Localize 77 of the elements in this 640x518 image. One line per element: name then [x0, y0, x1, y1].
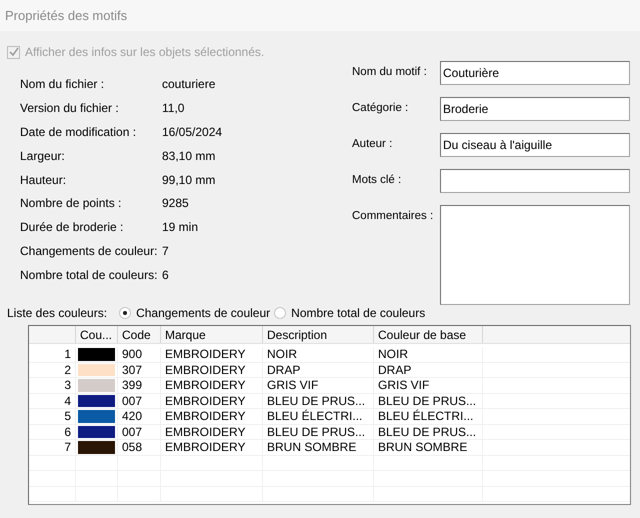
table-cell: 7: [64, 440, 71, 454]
empty-cell: [29, 486, 76, 502]
table-cell: GRIS VIF: [378, 378, 430, 392]
table-cell: NOIR: [267, 347, 297, 361]
table-cell: NOIR: [378, 347, 408, 361]
table-cell: 399: [122, 378, 142, 392]
radio-label: Changements de couleur: [136, 305, 270, 322]
table-cell: DRAP: [267, 362, 300, 376]
column-header[interactable]: Description: [267, 328, 328, 342]
table-cell: EMBROIDERY: [165, 440, 246, 454]
info-label: Largeur:: [20, 148, 66, 165]
column-header[interactable]: Code: [122, 328, 151, 342]
column-header[interactable]: Couleur de base: [378, 328, 466, 342]
info-label: Hauteur:: [20, 172, 68, 188]
radio-label: Nombre total de couleurs: [291, 305, 426, 322]
field-label: Catégorie :: [352, 101, 410, 116]
table-cell: 058: [122, 440, 142, 454]
info-value: 19 min: [162, 219, 198, 236]
text-field[interactable]: Du ciseau à l'aiguille: [440, 133, 630, 157]
info-label: Nom du fichier :: [20, 76, 106, 93]
table-cell: BRUN SOMBRE: [378, 440, 468, 454]
table-cell: BLEU DE PRUS...: [267, 424, 366, 438]
radio-button[interactable]: [274, 307, 286, 319]
table-cell: BLEU DE PRUS...: [267, 394, 366, 408]
empty-cell: [29, 471, 76, 486]
table-cell: 3: [64, 378, 71, 392]
table-cell: BRUN SOMBRE: [267, 440, 356, 454]
table-cell: 307: [122, 362, 142, 376]
table-cell: BLEU DE PRUS...: [378, 394, 476, 408]
info-label: Nombre total de couleurs:: [20, 267, 158, 284]
table-cell: 5: [64, 409, 71, 423]
table-cell: GRIS VIF: [267, 378, 318, 392]
text-field[interactable]: Broderie: [440, 97, 630, 121]
table-cell: EMBROIDERY: [165, 409, 246, 423]
info-value: 6: [162, 267, 169, 284]
info-label: Version du fichier :: [20, 100, 120, 117]
field-label: Auteur :: [352, 137, 394, 152]
table-cell: 6: [64, 424, 71, 438]
info-label: Changements de couleur:: [20, 243, 158, 260]
radio-button[interactable]: [119, 307, 132, 319]
table-cell: 2: [64, 362, 71, 376]
info-value: 11,0: [162, 100, 184, 117]
info-value: 99,10 mm: [162, 172, 216, 188]
table-cell: BLEU DE PRUS...: [378, 424, 476, 438]
field-label: Nom du motif :: [352, 65, 428, 80]
info-value: 9285: [162, 195, 189, 212]
column-header[interactable]: Marque: [165, 328, 206, 342]
info-value: couturiere: [162, 76, 216, 93]
color-list-label: Liste des couleurs:: [7, 305, 108, 322]
table-cell: 420: [122, 409, 142, 423]
table-cell: EMBROIDERY: [165, 362, 246, 376]
comments-field[interactable]: [440, 205, 630, 305]
table-cell: EMBROIDERY: [165, 347, 246, 361]
info-value: 16/05/2024: [162, 124, 222, 141]
text-field[interactable]: [440, 169, 630, 193]
table-cell: EMBROIDERY: [165, 378, 246, 392]
info-value: 7: [162, 243, 169, 260]
table-cell: BLEU ÉLECTRI...: [267, 409, 362, 423]
table-cell: BLEU ÉLECTRI...: [378, 409, 474, 423]
text-field[interactable]: Couturière: [440, 61, 630, 85]
table-cell: EMBROIDERY: [165, 394, 246, 408]
window-title: Propriétés des motifs: [5, 6, 128, 25]
info-value: 83,10 mm: [162, 148, 216, 165]
info-label: Nombre de points :: [20, 195, 122, 212]
field-label: Mots clé :: [352, 173, 402, 188]
table-cell: 007: [122, 424, 142, 438]
info-label: Durée de broderie :: [20, 219, 124, 236]
table-cell: 900: [122, 347, 142, 361]
info-label: Date de modification :: [20, 124, 138, 141]
table-cell: DRAP: [378, 362, 412, 376]
table-cell: 007: [122, 394, 142, 408]
column-header[interactable]: Cou...: [80, 328, 112, 342]
table-cell: 4: [64, 394, 71, 408]
checkbox-label: Afficher des infos sur les objets sélectionnés.: [25, 44, 264, 61]
field-label: Commentaires :: [352, 209, 434, 224]
table-cell: EMBROIDERY: [165, 424, 246, 438]
table-cell: 1: [64, 347, 71, 361]
